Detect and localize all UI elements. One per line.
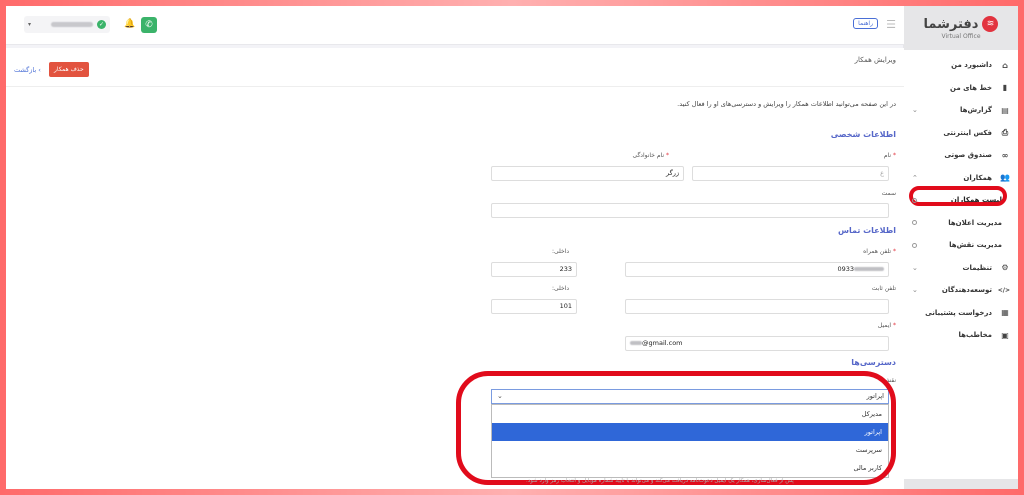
redacted-email — [630, 341, 642, 345]
user-status-dropdown[interactable]: ▾ ✓ — [24, 16, 110, 33]
code-icon: </> — [997, 286, 1010, 294]
ext1-input[interactable]: 233 — [491, 262, 577, 277]
brand: دفترشما ≋ Virtual Office — [904, 6, 1018, 50]
landline-label: تلفن ثابت — [871, 285, 896, 292]
sidebar-item-label: صندوق صوتی — [944, 151, 992, 160]
phone-icon[interactable]: ✆ — [141, 17, 157, 33]
activation-footnote: پس از فعال‌سازی، همکار یک ایمیل دعوت‌نام… — [526, 478, 794, 484]
last-name-input[interactable]: زرگر — [491, 166, 684, 181]
voicemail-icon: ∞ — [1001, 150, 1009, 160]
home-icon: ⌂ — [1002, 60, 1008, 70]
contact-card-icon: ▣ — [1001, 330, 1009, 340]
logo-icon: ≋ — [982, 16, 999, 32]
user-name-blurred — [51, 22, 93, 27]
sidebar-item-fax[interactable]: ⎙ فکس اینترنتی — [904, 122, 1018, 145]
section-contact-heading: اطلاعات تماس — [837, 226, 896, 235]
landline-input[interactable] — [625, 299, 889, 314]
sidebar-item-colleague-list[interactable]: لیست همکاران — [904, 186, 1018, 212]
sidebar-item-label: توسعه‌دهندگان — [941, 286, 992, 295]
chevron-down-icon: ⌄ — [912, 286, 918, 295]
highlight-ring — [909, 186, 1007, 206]
sidebar-item-label: مدیریت اعلان‌ها — [948, 218, 1002, 227]
report-icon: ▤ — [1001, 105, 1009, 115]
sidebar-item-label: تنظیمات — [962, 263, 992, 272]
sidebar-item-label: درخواست پشتیبانی — [925, 308, 992, 317]
sidebar-item-roles[interactable]: مدیریت نقش‌ها — [904, 234, 1018, 257]
section-access-heading: دسترسی‌ها — [851, 358, 896, 367]
ext2-input[interactable]: 101 — [491, 299, 577, 314]
sidebar-item-developers[interactable]: </> توسعه‌دهندگان ⌄ — [904, 279, 1018, 302]
sidebar-item-label: داشبورد من — [951, 61, 992, 70]
ext2-label: داخلی: — [551, 285, 569, 292]
chevron-down-icon: ⌄ — [912, 106, 918, 115]
sidebar-item-settings[interactable]: ⚙ تنظیمات ⌄ — [904, 257, 1018, 280]
email-input[interactable]: @gmail.com — [625, 336, 889, 351]
sidebar-item-label: مدیریت نقش‌ها — [949, 241, 1002, 250]
topbar: ☰ راهنما ✆ 🔔 ▾ ✓ — [6, 6, 904, 45]
position-input[interactable] — [491, 203, 889, 218]
sidebar-item-label: همکاران — [963, 173, 992, 182]
highlight-ring — [456, 371, 896, 485]
gear-icon: ⚙ — [1001, 263, 1009, 273]
sidebar-item-label: مخاطب‌ها — [958, 331, 993, 340]
mobile-input[interactable]: 0933 — [625, 262, 889, 277]
first-name-input[interactable]: ع — [692, 166, 889, 181]
ticket-icon: ▦ — [1001, 308, 1009, 318]
app-window: دفترشما ≋ Virtual Office ⌂ داشبورد من ▮ خط… — [6, 6, 1018, 489]
alarm-icon[interactable]: 🔔 — [124, 19, 135, 29]
sidebar-item-support[interactable]: ▦ درخواست پشتیبانی — [904, 302, 1018, 325]
bullet-icon — [912, 242, 917, 248]
back-label: بازگشت — [14, 66, 37, 74]
sidebar: دفترشما ≋ Virtual Office ⌂ داشبورد من ▮ خط… — [903, 6, 1018, 489]
back-link[interactable]: بازگشت ‹ — [14, 66, 41, 74]
fax-icon: ⎙ — [1001, 127, 1009, 137]
chevron-up-icon: ⌃ — [912, 173, 918, 182]
sidebar-item-label: فکس اینترنتی — [943, 128, 992, 137]
sidebar-item-reports[interactable]: ▤ گزارش‌ها ⌄ — [904, 99, 1018, 122]
redacted-number — [854, 267, 884, 271]
card-header: ویرایش همکار حذف همکار بازگشت ‹ — [6, 48, 904, 87]
check-circle-icon: ✓ — [97, 20, 106, 29]
sidebar-item-my-lines[interactable]: ▮ خط های من — [904, 77, 1018, 100]
first-name-label: * نام — [883, 152, 896, 159]
ext1-label: داخلی: — [551, 248, 569, 255]
mobile-label: * تلفن همراه — [863, 248, 896, 255]
sidebar-item-label: گزارش‌ها — [960, 106, 992, 115]
sidebar-nav: ⌂ داشبورد من ▮ خط های من ▤ گزارش‌ها ⌄ ⎙ فکس ا… — [904, 50, 1018, 347]
sidebar-item-label: خط های من — [950, 83, 992, 92]
bullet-icon — [912, 197, 917, 203]
delete-colleague-button[interactable]: حذف همکار — [49, 62, 89, 77]
section-personal-heading: اطلاعات شخصی — [830, 130, 896, 139]
chevron-down-icon: ⌄ — [912, 263, 918, 272]
brand-subtitle: Virtual Office — [941, 33, 981, 40]
email-label: * ایمیل — [877, 322, 896, 329]
sidebar-item-voicemail[interactable]: ∞ صندوق صوتی — [904, 144, 1018, 167]
help-button[interactable]: راهنما — [853, 18, 878, 29]
intro-text: در این صفحه می‌توانید اطلاعات همکار را و… — [677, 100, 896, 108]
chevron-down-icon: ▾ — [28, 21, 32, 28]
last-name-label: * نام خانوادگی — [632, 152, 669, 159]
brand-name: دفترشما — [923, 16, 979, 32]
sidebar-item-notifications[interactable]: مدیریت اعلان‌ها — [904, 212, 1018, 235]
sim-icon: ▮ — [1002, 83, 1008, 93]
position-label: سمت — [881, 190, 896, 197]
bullet-icon — [912, 220, 917, 226]
page-title: ویرایش همکار — [854, 56, 896, 64]
users-icon: 👥 — [1000, 173, 1010, 183]
hamburger-icon[interactable]: ☰ — [886, 18, 896, 31]
sidebar-item-dashboard[interactable]: ⌂ داشبورد من — [904, 54, 1018, 77]
sidebar-item-contacts[interactable]: ▣ مخاطب‌ها — [904, 324, 1018, 347]
sidebar-footer — [904, 479, 1018, 489]
